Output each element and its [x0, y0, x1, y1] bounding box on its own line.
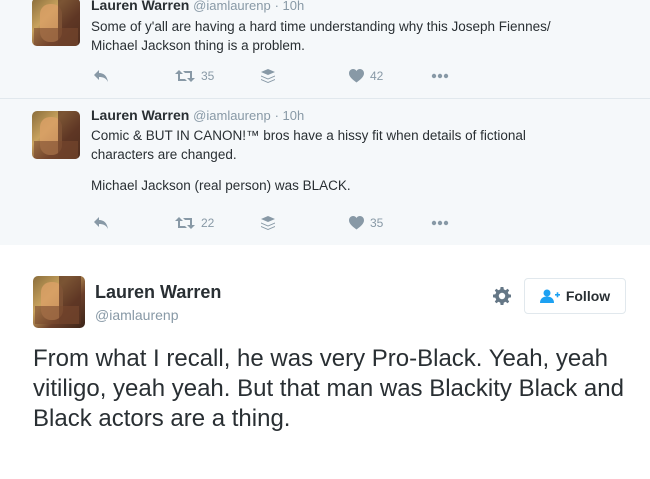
avatar[interactable]: [32, 0, 80, 46]
tweet-time[interactable]: · 10h: [275, 0, 305, 13]
like-count: 35: [370, 216, 384, 230]
tweet-header: Lauren Warren @iamlaurenp · 10h: [91, 0, 304, 13]
avatar[interactable]: [33, 276, 85, 328]
retweet-count: 22: [201, 216, 215, 230]
buffer-stack-icon: [261, 216, 275, 230]
main-tweet-text: From what I recall, he was very Pro-Blac…: [33, 345, 624, 432]
more-dots-icon: [431, 220, 449, 226]
author-handle[interactable]: @iamlaurenp: [95, 307, 178, 323]
reply-icon: [93, 216, 109, 230]
retweet-button[interactable]: 35: [175, 66, 214, 86]
thread-tweet[interactable]: Lauren Warren @iamlaurenp · 10h Comic & …: [0, 99, 650, 245]
follow-label: Follow: [565, 288, 611, 304]
tweet-time[interactable]: · 10h: [275, 108, 305, 123]
avatar[interactable]: [32, 111, 80, 159]
like-count: 42: [370, 69, 384, 83]
buffer-button[interactable]: [261, 213, 275, 233]
main-tweet: Lauren Warren @iamlaurenp Follow From wh…: [0, 258, 650, 479]
follow-person-icon: [539, 289, 560, 303]
like-button[interactable]: 35: [349, 213, 383, 233]
retweet-count: 35: [201, 69, 215, 83]
tweet-header: Lauren Warren @iamlaurenp · 10h: [91, 107, 304, 123]
tweet-text-line: Comic & BUT IN CANON!™ bros have a hissy…: [91, 128, 526, 143]
tweet-actions: 22 35: [91, 213, 491, 233]
like-button[interactable]: 42: [349, 66, 383, 86]
tweet-text-paragraph: Michael Jackson (real person) was BLACK.: [91, 178, 351, 193]
reply-button[interactable]: [93, 66, 109, 86]
follow-button[interactable]: Follow: [524, 278, 626, 314]
retweet-icon: [175, 216, 195, 230]
author-name[interactable]: Lauren Warren: [91, 107, 189, 123]
gear-icon: [493, 286, 511, 310]
tweet-text: Some of y'all are having a hard time und…: [91, 17, 631, 55]
thread-tweet[interactable]: Lauren Warren @iamlaurenp · 10h Some of …: [0, 0, 650, 99]
buffer-stack-icon: [261, 69, 275, 83]
more-button[interactable]: [431, 213, 449, 233]
gear-button[interactable]: [491, 286, 513, 310]
reply-button[interactable]: [93, 213, 109, 233]
author-handle[interactable]: @iamlaurenp: [193, 0, 271, 13]
retweet-icon: [175, 69, 195, 83]
tweet-text: Comic & BUT IN CANON!™ bros have a hissy…: [91, 126, 631, 195]
tweet-text-line: Some of y'all are having a hard time und…: [91, 19, 551, 34]
retweet-button[interactable]: 22: [175, 213, 214, 233]
reply-icon: [93, 69, 109, 83]
more-dots-icon: [431, 73, 449, 79]
author-name[interactable]: Lauren Warren: [95, 282, 221, 303]
author-handle[interactable]: @iamlaurenp: [193, 108, 271, 123]
buffer-button[interactable]: [261, 66, 275, 86]
tweet-text-line: Michael Jackson thing is a problem.: [91, 38, 305, 53]
heart-icon: [349, 69, 364, 83]
tweet-actions: 35 42: [91, 66, 491, 86]
author-name[interactable]: Lauren Warren: [91, 0, 189, 13]
more-button[interactable]: [431, 66, 449, 86]
heart-icon: [349, 216, 364, 230]
conversation-thread: Lauren Warren @iamlaurenp · 10h Some of …: [0, 0, 650, 245]
tweet-text-line: characters are changed.: [91, 147, 237, 162]
